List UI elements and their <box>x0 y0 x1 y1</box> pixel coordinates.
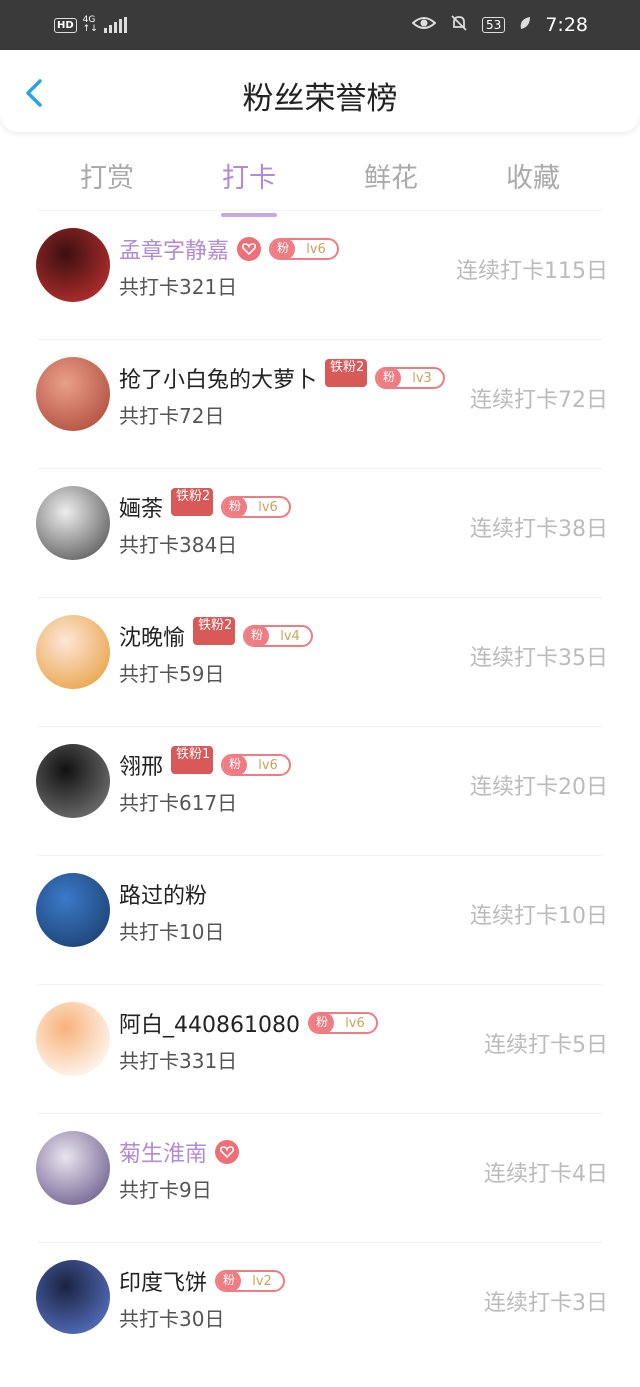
fan-level-badge: 粉 lv3 <box>375 367 446 389</box>
name-line: 孟章字静嘉 粉 lv6 <box>119 233 340 265</box>
eye-icon <box>411 15 437 36</box>
total-checkins: 共打卡384日 <box>119 533 238 557</box>
fan-level-badge: 粉 lv6 <box>307 1012 378 1034</box>
avatar[interactable] <box>36 228 110 302</box>
tab-1[interactable]: 打卡 <box>178 148 320 217</box>
total-checkins: 共打卡30日 <box>119 1307 225 1331</box>
battery-indicator: 53 <box>482 17 506 33</box>
streak-checkins: 连续打卡4日 <box>484 1162 608 1187</box>
user-name[interactable]: 抢了小白兔的大萝卜 <box>119 362 317 394</box>
avatar[interactable] <box>36 1131 110 1205</box>
fan-label: 粉 <box>377 369 402 387</box>
name-line: 菊生淮南 <box>119 1136 240 1168</box>
name-line: 沈晚愉 铁粉2 粉 lv4 <box>119 617 314 652</box>
fan-label: 粉 <box>223 756 248 774</box>
level-label: lv6 <box>345 1015 365 1031</box>
hd-indicator: HD <box>54 17 77 33</box>
heart-badge-icon <box>237 237 262 261</box>
iron-fan-badge: 铁粉2 <box>171 488 214 516</box>
list-item[interactable]: 孟章字静嘉 粉 lv6 共打卡321日 连续打卡115日 <box>36 210 608 339</box>
tab-3[interactable]: 收藏 <box>462 148 604 195</box>
level-label: lv4 <box>280 628 300 644</box>
fan-label: 粉 <box>217 1272 242 1290</box>
avatar[interactable] <box>36 486 110 560</box>
list-item[interactable]: 路过的粉共打卡10日 连续打卡10日 <box>36 855 608 984</box>
name-line: 翎邢 铁粉1 粉 lv6 <box>119 746 292 781</box>
fan-level-badge: 粉 lv6 <box>221 754 292 776</box>
iron-fan-badge: 铁粉2 <box>193 617 236 645</box>
streak-checkins: 连续打卡5日 <box>484 1033 608 1058</box>
user-name[interactable]: 孟章字静嘉 <box>119 233 229 265</box>
streak-checkins: 连续打卡72日 <box>470 388 608 413</box>
iron-fan-badge: 铁粉1 <box>171 746 214 774</box>
total-checkins: 共打卡331日 <box>119 1049 238 1073</box>
name-line: 路过的粉 <box>119 878 207 910</box>
page-title: 粉丝荣誉榜 <box>242 81 398 117</box>
list-item[interactable]: 沈晚愉 铁粉2 粉 lv4 共打卡59日 连续打卡35日 <box>36 597 608 726</box>
status-bar: HD 4G ↑↓ 53 7:28 <box>0 0 640 50</box>
avatar[interactable] <box>36 1260 110 1334</box>
streak-checkins: 连续打卡115日 <box>456 259 608 284</box>
list-item[interactable]: 婳荼 铁粉2 粉 lv6 共打卡384日 连续打卡38日 <box>36 468 608 597</box>
streak-checkins: 连续打卡3日 <box>484 1291 608 1316</box>
name-line: 印度飞饼粉 lv2 <box>119 1265 286 1297</box>
fan-label: 粉 <box>223 498 248 516</box>
avatar[interactable] <box>36 1002 110 1076</box>
fan-label: 粉 <box>245 627 270 645</box>
fan-level-badge: 粉 lv6 <box>269 238 340 260</box>
user-name[interactable]: 阿白_440861080 <box>119 1007 300 1039</box>
list-item[interactable]: 菊生淮南共打卡9日 连续打卡4日 <box>36 1113 608 1242</box>
avatar[interactable] <box>36 873 110 947</box>
iron-fan-badge: 铁粉2 <box>325 359 368 387</box>
leaf-icon <box>519 15 531 35</box>
page-header: 粉丝荣誉榜 <box>0 50 640 132</box>
list-item[interactable]: 阿白_440861080 粉 lv6 共打卡331日 连续打卡5日 <box>36 984 608 1113</box>
name-line: 抢了小白兔的大萝卜 铁粉2 粉 lv3 <box>119 359 446 394</box>
fan-label: 粉 <box>271 240 296 258</box>
signal-icon <box>103 17 127 33</box>
heart-badge-icon <box>215 1140 240 1164</box>
tab-2[interactable]: 鲜花 <box>320 148 462 195</box>
total-checkins: 共打卡72日 <box>119 404 225 428</box>
streak-checkins: 连续打卡10日 <box>470 904 608 929</box>
mute-bell-icon <box>450 14 468 37</box>
fan-level-badge: 粉 lv2 <box>215 1270 286 1292</box>
level-label: lv6 <box>258 757 278 773</box>
total-checkins: 共打卡10日 <box>119 920 225 944</box>
avatar[interactable] <box>36 615 110 689</box>
list-item[interactable]: 翎邢 铁粉1 粉 lv6 共打卡617日 连续打卡20日 <box>36 726 608 855</box>
user-name[interactable]: 印度飞饼 <box>119 1265 207 1297</box>
name-line: 阿白_440861080 粉 lv6 <box>119 1007 378 1039</box>
user-name[interactable]: 翎邢 <box>119 749 163 781</box>
network-type: 4G ↑↓ <box>82 15 98 34</box>
status-right: 53 7:28 <box>411 14 588 37</box>
streak-checkins: 连续打卡35日 <box>470 646 608 671</box>
user-name[interactable]: 沈晚愉 <box>119 620 185 652</box>
avatar[interactable] <box>36 357 110 431</box>
level-label: lv3 <box>412 370 432 386</box>
total-checkins: 共打卡617日 <box>119 791 238 815</box>
status-left: HD 4G ↑↓ <box>54 16 127 34</box>
level-label: lv2 <box>252 1273 272 1289</box>
avatar[interactable] <box>36 744 110 818</box>
tab-0[interactable]: 打赏 <box>36 148 178 195</box>
name-line: 婳荼 铁粉2 粉 lv6 <box>119 488 292 523</box>
user-name[interactable]: 婳荼 <box>119 491 163 523</box>
user-name[interactable]: 路过的粉 <box>119 878 207 910</box>
level-label: lv6 <box>258 499 278 515</box>
user-name[interactable]: 菊生淮南 <box>119 1136 207 1168</box>
streak-checkins: 连续打卡20日 <box>470 775 608 800</box>
list-item[interactable]: 印度飞饼粉 lv2 共打卡30日 连续打卡3日 <box>36 1242 608 1371</box>
level-label: lv6 <box>306 241 326 257</box>
fan-level-badge: 粉 lv4 <box>243 625 314 647</box>
streak-checkins: 连续打卡38日 <box>470 517 608 542</box>
total-checkins: 共打卡9日 <box>119 1178 212 1202</box>
list-item[interactable]: 抢了小白兔的大萝卜 铁粉2 粉 lv3 共打卡72日 连续打卡72日 <box>36 339 608 468</box>
total-checkins: 共打卡321日 <box>119 275 238 299</box>
fan-list: 孟章字静嘉粉 lv6 共打卡321日 连续打卡115日 抢了小白兔的大萝卜 铁粉2 粉 lv3… <box>0 210 640 1371</box>
total-checkins: 共打卡59日 <box>119 662 225 686</box>
fan-label: 粉 <box>309 1014 334 1032</box>
fan-level-badge: 粉 lv6 <box>221 496 292 518</box>
clock: 7:28 <box>545 14 588 36</box>
